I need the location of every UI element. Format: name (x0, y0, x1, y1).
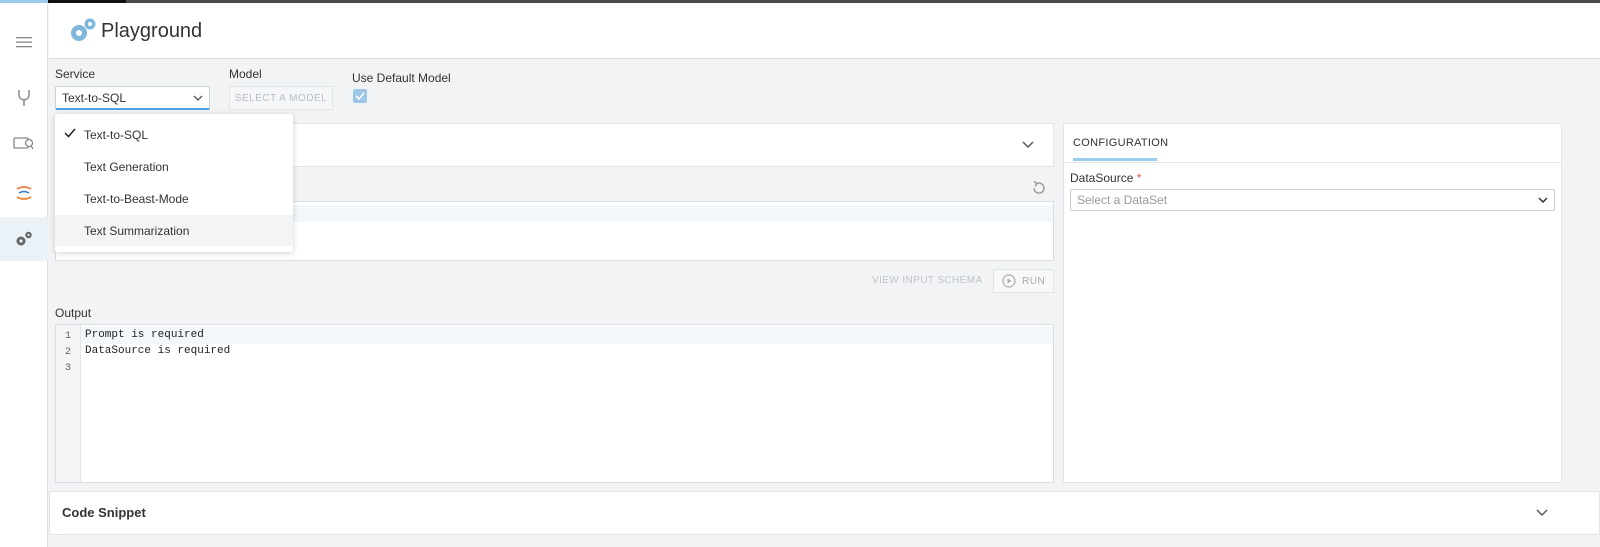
chevron-down-icon (193, 95, 203, 101)
tab-configuration[interactable]: CONFIGURATION (1073, 137, 1168, 149)
dropdown-option-text-summarization[interactable]: Text Summarization (55, 215, 293, 246)
ai-icon[interactable] (0, 171, 48, 215)
dropdown-option-text-to-sql[interactable]: Text-to-SQL (55, 119, 293, 150)
dropdown-option-text-generation[interactable]: Text Generation (55, 151, 293, 182)
check-icon (64, 128, 76, 138)
chevron-down-icon (1536, 509, 1548, 516)
check-icon (355, 92, 365, 100)
tab-divider (1064, 162, 1561, 163)
code-snippet-title: Code Snippet (62, 505, 146, 520)
use-default-model-label: Use Default Model (352, 71, 451, 85)
service-dropdown-menu: Text-to-SQL Text Generation Text-to-Beas… (55, 114, 293, 252)
datasource-placeholder: Select a DataSet (1077, 193, 1168, 207)
output-label: Output (55, 306, 92, 320)
code-snippet-section[interactable]: Code Snippet (49, 491, 1600, 535)
service-label: Service (55, 67, 96, 81)
use-default-model-checkbox[interactable] (353, 89, 367, 103)
reset-icon[interactable] (1030, 179, 1048, 200)
fork-icon[interactable] (0, 76, 48, 120)
model-label: Model (229, 67, 262, 81)
line-number: 3 (64, 362, 72, 374)
required-mark: * (1136, 171, 1142, 185)
datasource-label: DataSource * (1070, 171, 1141, 185)
page-title: Playground (101, 20, 203, 42)
dropdown-option-label: Text Generation (84, 159, 169, 174)
dataset-icon[interactable] (0, 122, 48, 166)
gears-icon[interactable] (0, 217, 48, 261)
run-button[interactable]: RUN (993, 269, 1055, 293)
service-select[interactable]: Text-to-SQL (55, 86, 210, 110)
chevron-down-icon (1022, 141, 1034, 148)
line-number: 1 (64, 330, 72, 342)
playground-logo-icon (69, 17, 97, 46)
page-header: Playground (49, 3, 1600, 59)
output-line: DataSource is required (85, 345, 231, 357)
menu-icon[interactable] (0, 20, 48, 64)
dropdown-option-label: Text-to-SQL (84, 127, 149, 142)
dropdown-option-label: Text Summarization (84, 223, 190, 238)
view-input-schema-button[interactable]: VIEW INPUT SCHEMA (872, 275, 983, 286)
dropdown-option-text-to-beast-mode[interactable]: Text-to-Beast-Mode (55, 183, 293, 214)
run-label: RUN (1022, 275, 1046, 287)
datasource-label-text: DataSource (1070, 171, 1134, 185)
play-icon (1002, 274, 1016, 288)
active-line-highlight (82, 327, 1053, 344)
output-line: Prompt is required (85, 329, 204, 341)
output-editor[interactable]: 1 Prompt is required 2 DataSource is req… (55, 324, 1054, 483)
select-model-button[interactable]: SELECT A MODEL (229, 86, 333, 110)
line-number: 2 (64, 346, 72, 358)
datasource-select[interactable]: Select a DataSet (1070, 189, 1555, 211)
sidebar (0, 3, 48, 547)
dropdown-option-label: Text-to-Beast-Mode (84, 191, 189, 206)
chevron-down-icon (1538, 197, 1548, 203)
service-select-value: Text-to-SQL (62, 90, 127, 105)
active-tab-indicator (1073, 158, 1157, 161)
